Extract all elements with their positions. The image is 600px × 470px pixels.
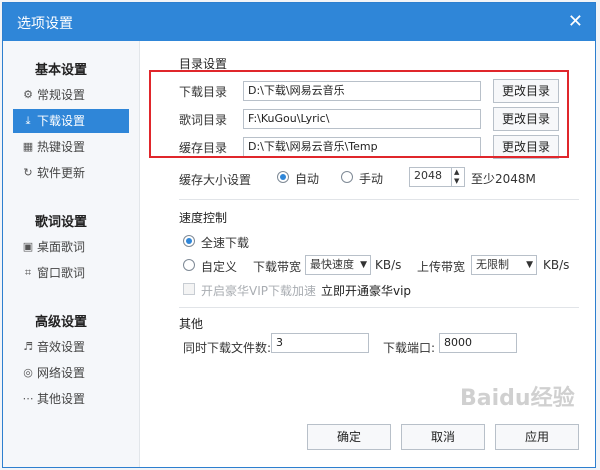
stepper-down-icon[interactable]: ▼ bbox=[454, 177, 459, 185]
update-icon: ↻ bbox=[23, 166, 33, 179]
cache-size-stepper[interactable]: 2048 ▲ ▼ bbox=[409, 167, 465, 187]
apply-button[interactable]: 应用 bbox=[495, 424, 579, 450]
chevron-down-icon: ▼ bbox=[360, 260, 367, 270]
concurrent-downloads-label: 同时下载文件数: bbox=[183, 341, 272, 355]
sidebar-item-label: 热键设置 bbox=[37, 140, 86, 154]
vip-accel-checkbox[interactable] bbox=[183, 283, 195, 295]
sidebar: 基本设置 ⚙ 常规设置 ⤓ 下载设置 ▦ 热键设置 ↻ 软件更新 歌词设置 ▣ … bbox=[3, 41, 140, 467]
download-bandwidth-select[interactable]: 最快速度 ▼ bbox=[305, 255, 371, 275]
download-icon: ⤓ bbox=[25, 114, 31, 127]
download-dir-label: 下载目录 bbox=[179, 85, 228, 99]
custom-speed-label: 自定义 bbox=[201, 260, 238, 274]
sidebar-item-label: 软件更新 bbox=[37, 166, 86, 180]
sidebar-group-title-basic: 基本设置 bbox=[35, 63, 88, 78]
download-port-label: 下载端口: bbox=[383, 341, 436, 355]
download-port-input[interactable]: 8000 bbox=[439, 333, 517, 353]
close-icon[interactable]: ✕ bbox=[568, 11, 583, 32]
full-speed-label: 全速下载 bbox=[201, 236, 250, 250]
watermark: Baidu经验 bbox=[460, 386, 575, 411]
sidebar-item-download[interactable]: ⤓ 下载设置 bbox=[13, 109, 129, 133]
ok-button[interactable]: 确定 bbox=[307, 424, 391, 450]
sidebar-group-title-advanced: 高级设置 bbox=[35, 315, 88, 330]
speed-section-title: 速度控制 bbox=[179, 211, 228, 225]
other-section-title: 其他 bbox=[179, 317, 204, 331]
settings-icon: ⚙ bbox=[23, 88, 33, 101]
cache-size-value: 2048 bbox=[414, 169, 442, 182]
download-bandwidth-label: 下载带宽 bbox=[253, 260, 302, 274]
sidebar-item-hotkeys[interactable]: ▦ 热键设置 bbox=[13, 135, 129, 159]
lyric-dir-input[interactable]: F:\KuGou\Lyric\ bbox=[243, 109, 481, 129]
custom-speed-radio[interactable] bbox=[183, 259, 195, 271]
equalizer-icon: ♬ bbox=[23, 340, 33, 353]
cancel-button[interactable]: 取消 bbox=[401, 424, 485, 450]
divider bbox=[179, 199, 579, 200]
stepper-up-icon[interactable]: ▲ bbox=[454, 168, 459, 176]
vip-accel-label: 开启豪华VIP下载加速 bbox=[201, 284, 316, 298]
sidebar-item-label: 常规设置 bbox=[37, 88, 86, 102]
sidebar-group-title-lyrics: 歌词设置 bbox=[35, 215, 88, 230]
cache-auto-radio[interactable] bbox=[277, 171, 289, 183]
sidebar-item-general[interactable]: ⚙ 常规设置 bbox=[13, 83, 129, 107]
stepper-arrows: ▲ ▼ bbox=[451, 168, 464, 186]
cache-size-label: 缓存大小设置 bbox=[179, 173, 252, 187]
sidebar-item-other[interactable]: ⋯ 其他设置 bbox=[13, 387, 129, 411]
upload-bandwidth-unit: KB/s bbox=[543, 258, 570, 272]
chevron-down-icon: ▼ bbox=[526, 260, 533, 270]
sidebar-item-label: 下载设置 bbox=[37, 114, 86, 128]
desktop-lyric-icon: ▣ bbox=[22, 240, 34, 253]
keyboard-icon: ▦ bbox=[22, 140, 34, 153]
network-icon: ◎ bbox=[23, 366, 33, 379]
cache-auto-label: 自动 bbox=[295, 172, 320, 186]
sidebar-item-window-lyrics[interactable]: ⌗ 窗口歌词 bbox=[13, 261, 129, 285]
change-lyric-dir-button[interactable]: 更改目录 bbox=[493, 107, 559, 131]
sidebar-item-desktop-lyrics[interactable]: ▣ 桌面歌词 bbox=[13, 235, 129, 259]
sidebar-item-update[interactable]: ↻ 软件更新 bbox=[13, 161, 129, 185]
lyric-dir-label: 歌词目录 bbox=[179, 113, 228, 127]
cache-dir-input[interactable]: D:\下载\网易云音乐\Temp bbox=[243, 137, 481, 157]
full-speed-radio[interactable] bbox=[183, 235, 195, 247]
dialog-title: 选项设置 bbox=[17, 16, 73, 32]
directory-section-title: 目录设置 bbox=[179, 57, 228, 71]
download-dir-input[interactable]: D:\下载\网易云音乐 bbox=[243, 81, 481, 101]
sidebar-item-sound-effects[interactable]: ♬ 音效设置 bbox=[13, 335, 129, 359]
cache-dir-label: 缓存目录 bbox=[179, 141, 228, 155]
upload-bandwidth-value: 无限制 bbox=[476, 258, 509, 271]
change-download-dir-button[interactable]: 更改目录 bbox=[493, 79, 559, 103]
more-icon: ⋯ bbox=[22, 392, 34, 405]
window-lyric-icon: ⌗ bbox=[24, 266, 32, 279]
sidebar-item-label: 音效设置 bbox=[37, 340, 86, 354]
vip-open-link[interactable]: 立即开通豪华vip bbox=[321, 282, 411, 299]
title-bar: 选项设置 ✕ bbox=[3, 3, 595, 41]
upload-bandwidth-select[interactable]: 无限制 ▼ bbox=[471, 255, 537, 275]
cache-min-text: 至少2048M bbox=[471, 172, 536, 186]
sidebar-item-network[interactable]: ◎ 网络设置 bbox=[13, 361, 129, 385]
cache-manual-label: 手动 bbox=[359, 172, 384, 186]
upload-bandwidth-label: 上传带宽 bbox=[417, 260, 466, 274]
sidebar-item-label: 桌面歌词 bbox=[37, 240, 86, 254]
cache-manual-radio[interactable] bbox=[341, 171, 353, 183]
sidebar-item-label: 其他设置 bbox=[37, 392, 86, 406]
divider bbox=[179, 307, 579, 308]
concurrent-downloads-input[interactable]: 3 bbox=[271, 333, 369, 353]
sidebar-item-label: 网络设置 bbox=[37, 366, 86, 380]
sidebar-item-label: 窗口歌词 bbox=[37, 266, 86, 280]
download-bandwidth-value: 最快速度 bbox=[310, 258, 354, 271]
change-cache-dir-button[interactable]: 更改目录 bbox=[493, 135, 559, 159]
download-bandwidth-unit: KB/s bbox=[375, 258, 402, 272]
